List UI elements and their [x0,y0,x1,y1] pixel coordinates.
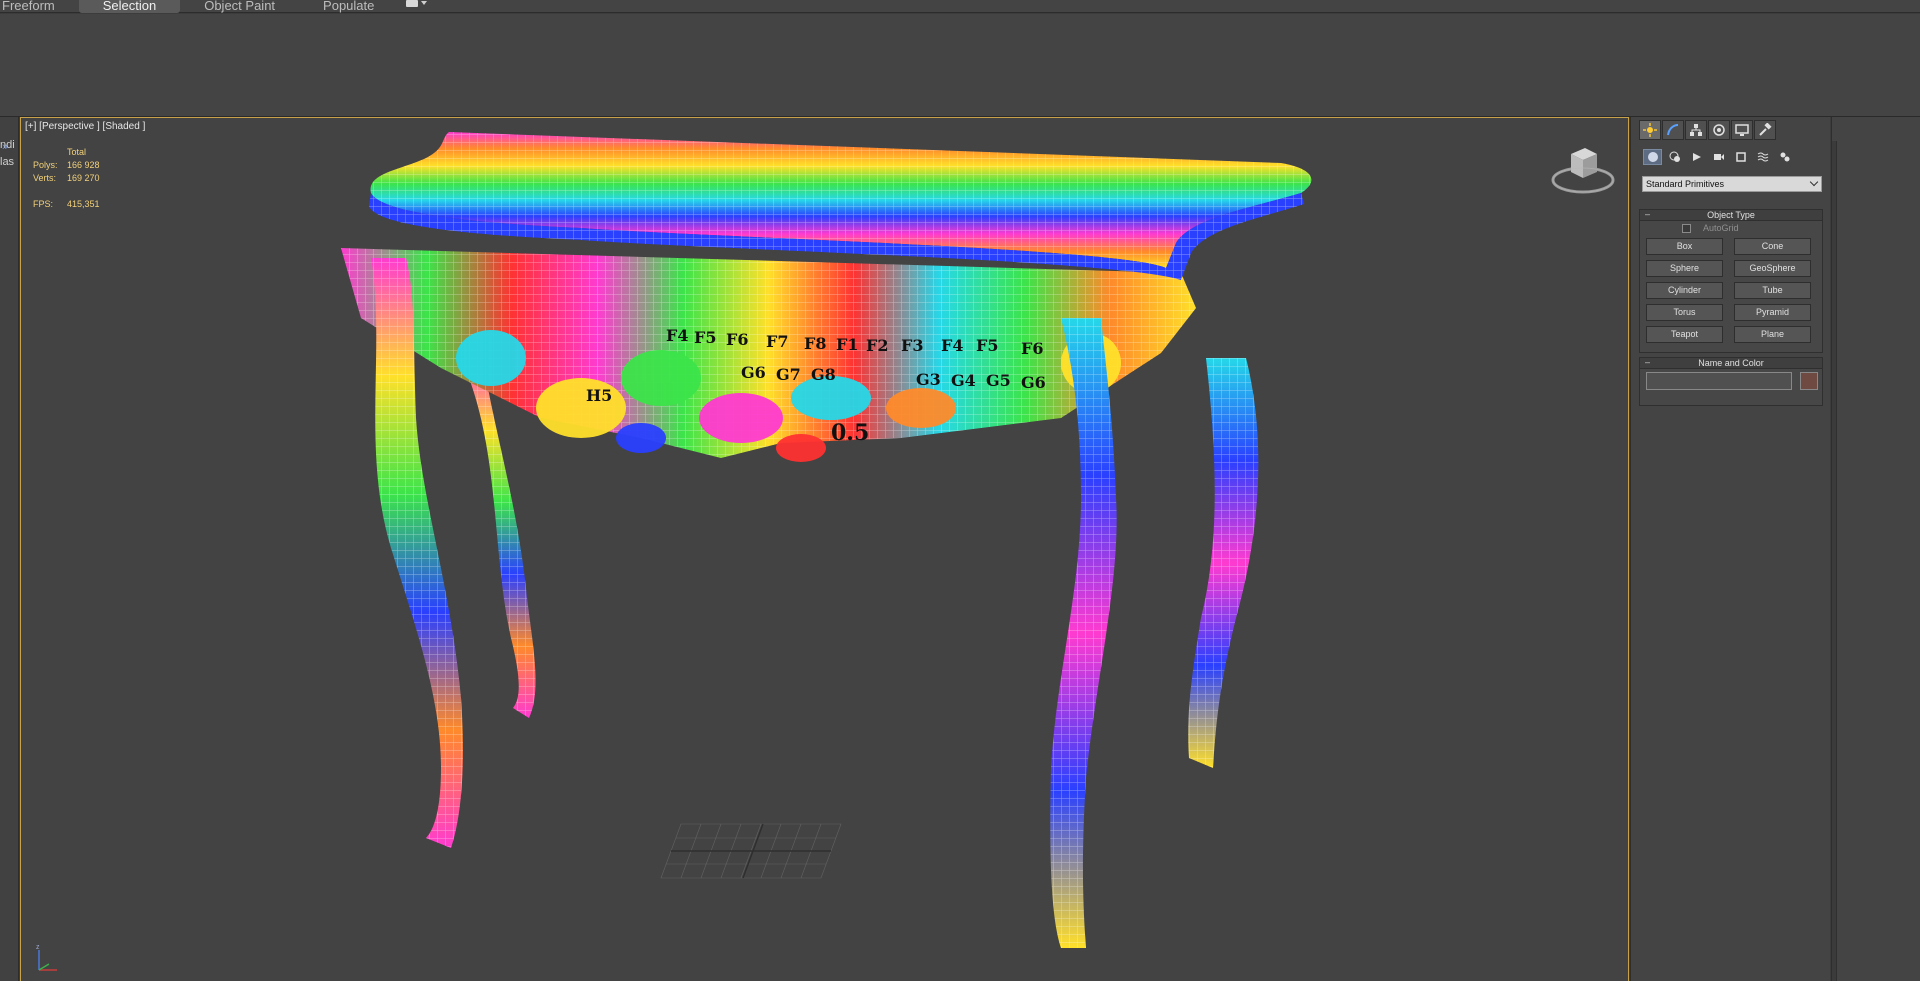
autogrid-checkbox[interactable] [1682,223,1691,233]
category-dropdown-value: Standard Primitives [1646,179,1725,189]
left-side-strip: » ndi las [0,117,19,981]
spacewarps-icon[interactable] [1753,149,1772,165]
collapse-icon[interactable]: – [1645,357,1650,368]
left-strip-fragment-2: las [0,156,15,168]
viewcube-icon[interactable] [1551,138,1621,198]
svg-text:H5: H5 [586,386,612,405]
autogrid-label: AutoGrid [1703,223,1739,233]
svg-text:F4: F4 [666,326,689,345]
modify-icon[interactable] [1662,120,1684,140]
name-and-color-title: Name and Color [1698,358,1764,368]
create-subcategory-tabs [1643,149,1794,165]
tab-populate[interactable]: Populate [299,0,398,13]
helpers-icon[interactable] [1731,149,1750,165]
cylinder-button[interactable]: Cylinder [1646,282,1723,299]
polys-value: 166 928 [67,160,100,170]
shapes-icon[interactable] [1665,149,1684,165]
svg-text:G6: G6 [1021,373,1046,392]
svg-text:z: z [36,944,40,951]
svg-text:0.5: 0.5 [831,420,869,446]
fps-label: FPS: [33,199,54,209]
chevron-down-icon [1809,177,1819,187]
3d-scene[interactable]: F4 F5 F6 F7 F8 F1 F2 F3 F4 F5 F6 G6 G7 G8 G3 G4 G5 G… [21,118,1629,981]
right-side-panel [1831,117,1920,981]
svg-text:F5: F5 [976,336,999,355]
svg-text:F7: F7 [766,332,789,351]
fps-value: 415,351 [67,199,100,209]
display-icon[interactable] [1731,120,1753,140]
category-dropdown[interactable]: Standard Primitives [1642,176,1822,192]
hierarchy-icon[interactable] [1685,120,1707,140]
svg-text:F4: F4 [941,336,964,355]
viewport-label[interactable]: [+] [Perspective ] [Shaded ] [25,121,145,132]
verts-label: Verts: [33,173,57,183]
tab-freeform[interactable]: Freeform [0,0,79,13]
plane-button[interactable]: Plane [1734,326,1811,343]
svg-text:G3: G3 [916,370,941,389]
ribbon-tab-bar: Freeform Selection Object Paint Populate [0,0,1920,13]
lights-icon[interactable] [1687,149,1706,165]
statistics-overlay: Total Polys: 166 928 Verts: 169 270 FPS: 41… [33,146,100,211]
svg-text:F6: F6 [1021,339,1044,358]
object-type-title: Object Type [1707,210,1755,220]
left-strip-fragment-1: ndi [0,139,15,151]
svg-text:G6: G6 [741,363,766,382]
name-and-color-rollout: – Name and Color [1639,357,1823,406]
svg-text:F2: F2 [866,336,889,355]
axis-tripod-icon: z [36,944,57,971]
autogrid-option[interactable]: AutoGrid [1682,223,1739,233]
panel-gutter [1832,141,1837,981]
name-and-color-header[interactable]: – Name and Color [1640,357,1822,369]
stats-header: Total [67,147,87,157]
box-button[interactable]: Box [1646,238,1723,255]
home-grid [660,823,842,879]
back-left-leg-grid [461,358,536,718]
utilities-icon[interactable] [1754,120,1776,140]
max-window: Freeform Selection Object Paint Populate… [0,0,1920,981]
verts-value: 169 270 [67,173,100,183]
cone-button[interactable]: Cone [1734,238,1811,255]
torus-button[interactable]: Torus [1646,304,1723,321]
ribbon-panel [0,14,1920,117]
object-type-header[interactable]: – Object Type [1640,209,1822,221]
teapot-button[interactable]: Teapot [1646,326,1723,343]
svg-text:G4: G4 [951,371,976,390]
svg-text:F6: F6 [726,330,749,349]
perspective-viewport[interactable]: F4 F5 F6 F7 F8 F1 F2 F3 F4 F5 F6 G6 G7 G8 G3 G4 G5 G… [20,117,1629,981]
command-panel: Standard Primitives – Object Type AutoGr… [1630,117,1830,981]
svg-text:F3: F3 [901,336,924,355]
sphere-button[interactable]: Sphere [1646,260,1723,277]
tab-object-paint[interactable]: Object Paint [180,0,299,13]
polys-label: Polys: [33,160,58,170]
camera-dropdown-icon[interactable] [398,0,434,13]
geosphere-button[interactable]: GeoSphere [1734,260,1811,277]
svg-text:G8: G8 [811,365,836,384]
object-type-rollout: – Object Type AutoGrid Box Cone Sphere G… [1639,209,1823,353]
create-icon[interactable] [1639,120,1661,140]
pyramid-button[interactable]: Pyramid [1734,304,1811,321]
systems-icon[interactable] [1775,149,1794,165]
geometry-icon[interactable] [1643,149,1662,165]
cameras-icon[interactable] [1709,149,1728,165]
object-color-swatch[interactable] [1800,372,1818,390]
tube-button[interactable]: Tube [1734,282,1811,299]
command-panel-tabs [1639,120,1776,140]
object-name-field[interactable] [1646,372,1792,390]
motion-icon[interactable] [1708,120,1730,140]
collapse-icon[interactable]: – [1645,209,1650,220]
svg-text:F8: F8 [804,334,827,353]
svg-text:G5: G5 [986,371,1011,390]
svg-text:F1: F1 [836,335,859,354]
svg-text:G7: G7 [776,365,801,384]
svg-text:F5: F5 [694,328,717,347]
tab-selection[interactable]: Selection [78,0,181,13]
